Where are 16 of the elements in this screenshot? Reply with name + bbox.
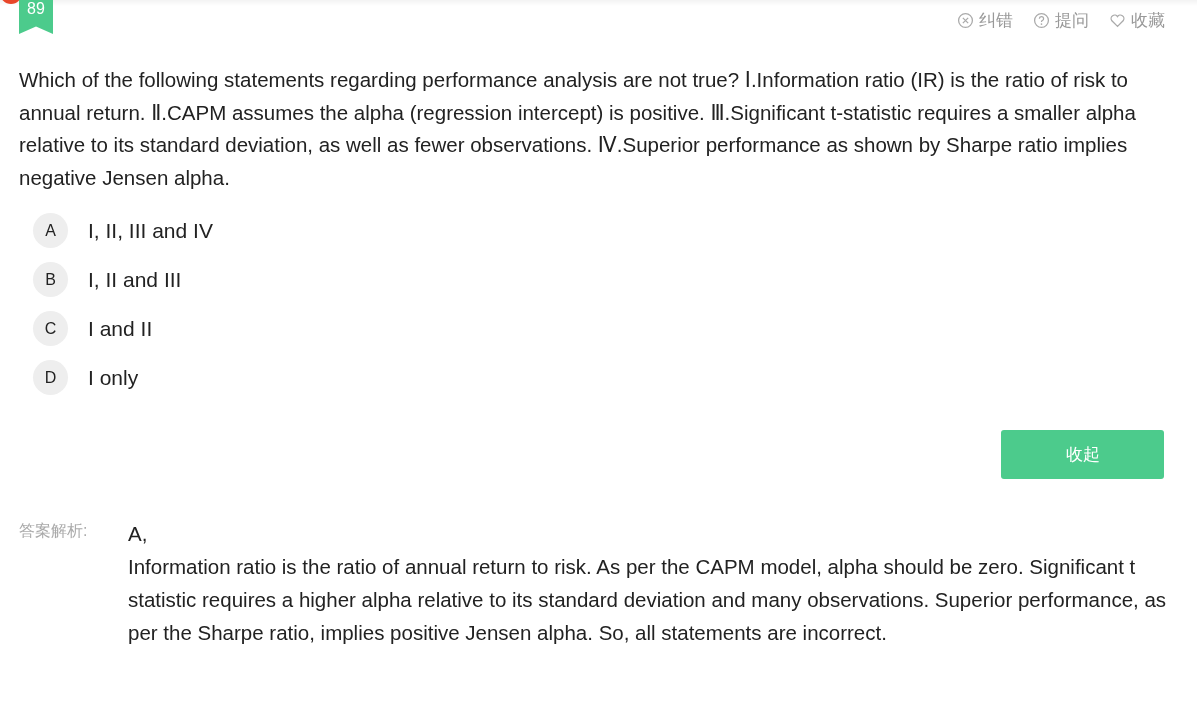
answer-text: A, xyxy=(128,521,149,547)
option-letter[interactable]: D xyxy=(33,360,68,395)
option-text[interactable]: I, II, III and IV xyxy=(88,218,213,243)
heart-icon xyxy=(1109,11,1126,29)
explanation-text: Information ratio is the ratio of annual return to risk. As per the CAPM model, alpha should be zero. Significant t statistic requires a higher alpha relative to its standard deviation and many observations. Superior performance, as per the Sharpe ratio, implies positive Jensen alpha. So, all statements are incorrect. xyxy=(128,554,1167,646)
option-letter[interactable]: A xyxy=(33,213,68,248)
question-text: Which of the following statements regarding performance analysis are not true? Ⅰ.Information ratio (IR) is the ratio of risk to annual return. Ⅱ.CAPM assumes the alpha (regression intercept) is positive. Ⅲ.Significant t-statistic requires a smaller alpha relative to its standard deviation, as well as fewer observations. Ⅳ.Superior performance as shown by Sharpe ratio implies negative Jensen alpha. xyxy=(19,67,1137,191)
option-text[interactable]: I, II and III xyxy=(88,267,182,292)
close-circle-icon xyxy=(957,11,974,29)
option-letter[interactable]: B xyxy=(33,262,68,297)
option-text[interactable]: I only xyxy=(88,365,139,390)
analysis-label: 答案解析: xyxy=(19,521,89,541)
question-icon xyxy=(1033,11,1050,29)
option-text[interactable]: I and II xyxy=(88,316,153,341)
question-number-badge: 89 xyxy=(19,0,53,34)
option-letter[interactable]: C xyxy=(33,311,68,346)
